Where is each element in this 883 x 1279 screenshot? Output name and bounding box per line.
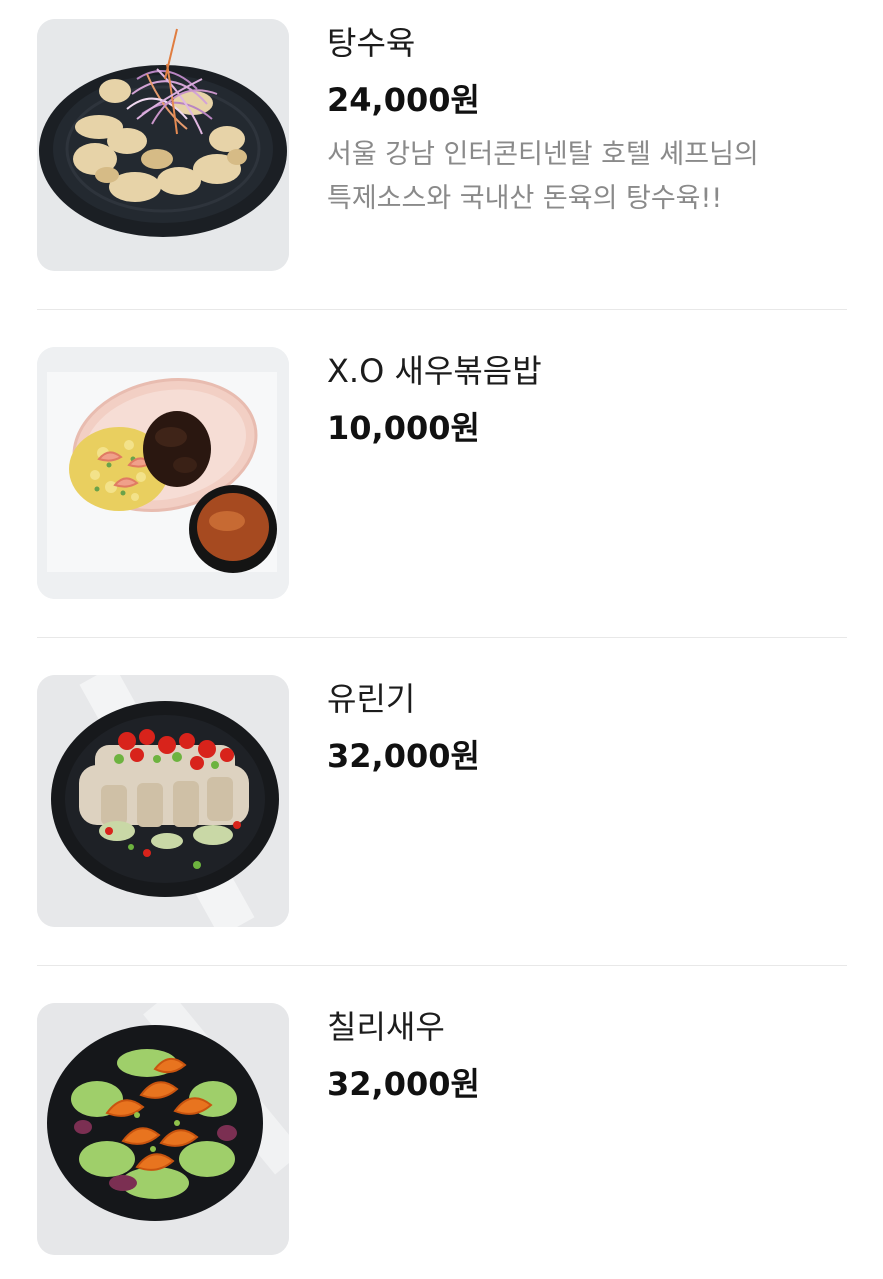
menu-item-price: 24,000원 xyxy=(327,81,480,119)
menu-item-name: X.O 새우볶음밥 xyxy=(327,352,542,390)
menu-item-price: 10,000원 xyxy=(327,409,480,447)
menu-item-info: X.O 새우볶음밥 10,000원 xyxy=(327,347,847,450)
menu-item-info: 탕수육 24,000원 서울 강남 인터콘티넨탈 호텔 셰프님의 특제소스와 국… xyxy=(327,19,847,221)
menu-item-yuringi[interactable]: 유린기 32,000원 xyxy=(37,675,847,929)
menu-item-photo xyxy=(37,675,289,927)
menu-item-price: 32,000원 xyxy=(327,1065,480,1103)
yuringi-photo xyxy=(37,675,289,927)
menu-item-photo xyxy=(37,347,289,599)
menu-list: 탕수육 24,000원 서울 강남 인터콘티넨탈 호텔 셰프님의 특제소스와 국… xyxy=(0,0,883,1279)
menu-item-description: 서울 강남 인터콘티넨탈 호텔 셰프님의 특제소스와 국내산 돈육의 탕수육!! xyxy=(327,133,842,221)
divider xyxy=(37,965,847,966)
divider xyxy=(37,637,847,638)
menu-item-xo-fried-rice[interactable]: X.O 새우볶음밥 10,000원 xyxy=(37,347,847,601)
menu-item-price: 32,000원 xyxy=(327,737,480,775)
menu-item-chili-shrimp[interactable]: 칠리새우 32,000원 xyxy=(37,1003,847,1257)
chili-shrimp-photo xyxy=(37,1003,289,1255)
menu-item-name: 유린기 xyxy=(327,680,416,718)
menu-item-tangsuyuk[interactable]: 탕수육 24,000원 서울 강남 인터콘티넨탈 호텔 셰프님의 특제소스와 국… xyxy=(37,19,847,273)
menu-item-description-line: 특제소스와 국내산 돈육의 탕수육!! xyxy=(327,183,723,214)
menu-item-photo xyxy=(37,1003,289,1255)
menu-item-description-line: 서울 강남 인터콘티넨탈 호텔 셰프님의 xyxy=(327,139,759,170)
menu-item-photo xyxy=(37,19,289,271)
menu-item-info: 유린기 32,000원 xyxy=(327,675,847,778)
menu-item-name: 탕수육 xyxy=(327,24,416,62)
menu-item-name: 칠리새우 xyxy=(327,1008,445,1046)
sweet-sour-pork-photo xyxy=(37,19,289,271)
menu-item-info: 칠리새우 32,000원 xyxy=(327,1003,847,1106)
fried-rice-photo xyxy=(37,347,289,599)
divider xyxy=(37,309,847,310)
